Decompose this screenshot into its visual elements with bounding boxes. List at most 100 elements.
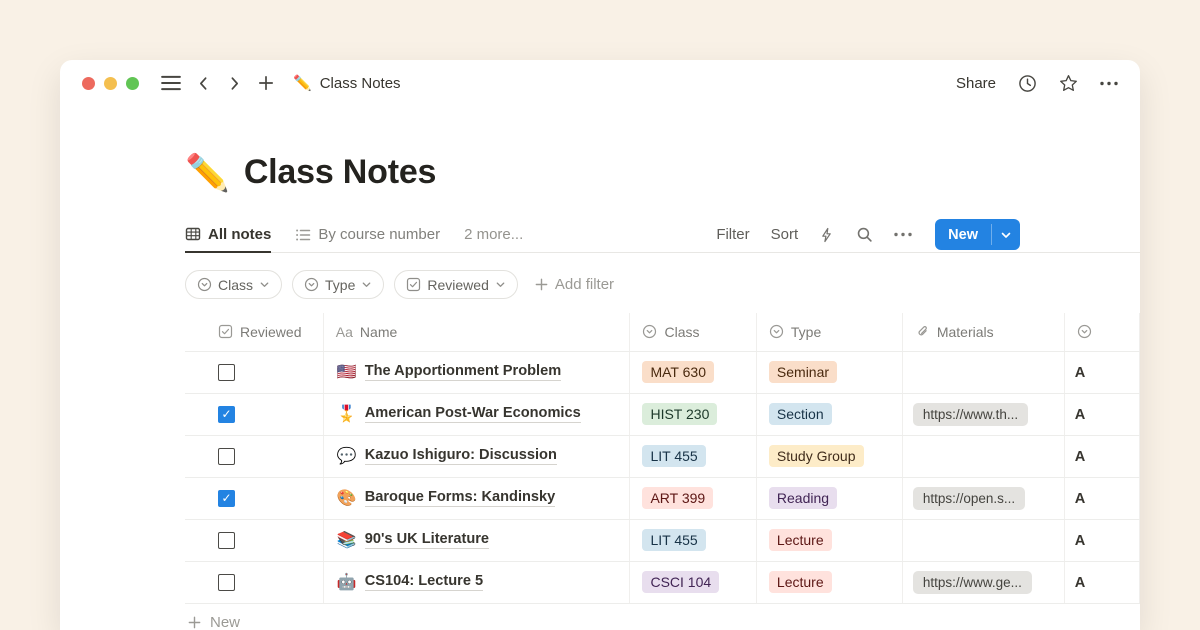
column-header-name[interactable]: Aa Name	[323, 313, 630, 351]
text-type-icon: Aa	[336, 324, 353, 340]
database-table: Reviewed Aa Name Class Type	[185, 313, 1140, 604]
forward-icon[interactable]	[226, 75, 243, 92]
column-header-overflow[interactable]	[1064, 313, 1139, 351]
table-row: 📚90's UK Literature LIT 455 Lecture A	[185, 519, 1140, 561]
view-options-icon[interactable]	[894, 232, 912, 237]
new-page-icon[interactable]	[257, 74, 275, 92]
search-icon[interactable]	[856, 226, 873, 243]
type-tag[interactable]: Seminar	[769, 361, 837, 383]
minimize-window-button[interactable]	[104, 77, 117, 90]
row-title-link[interactable]: 🇺🇸The Apportionment Problem	[324, 362, 630, 382]
table-row: 🎨Baroque Forms: Kandinsky ART 399 Readin…	[185, 477, 1140, 519]
add-filter-label: Add filter	[555, 276, 614, 293]
tab-all-notes[interactable]: All notes	[185, 218, 271, 253]
chip-label: Reviewed	[427, 277, 488, 293]
row-checkbox[interactable]	[218, 532, 235, 549]
row-checkbox[interactable]	[218, 574, 235, 591]
select-icon	[1077, 324, 1092, 339]
chip-label: Type	[325, 277, 355, 293]
filter-chip-reviewed[interactable]: Reviewed	[394, 270, 517, 299]
table-row: 🎖️American Post-War Economics HIST 230 S…	[185, 393, 1140, 435]
share-button[interactable]: Share	[956, 75, 996, 92]
new-button[interactable]: New	[935, 219, 1020, 250]
filter-chip-type[interactable]: Type	[292, 270, 384, 299]
add-filter-button[interactable]: Add filter	[534, 276, 614, 293]
app-window: ✏️ Class Notes Share ✏️ Class Notes	[60, 60, 1140, 630]
column-label: Name	[360, 324, 397, 340]
row-checkbox[interactable]	[218, 406, 235, 423]
speech-balloon-emoji-icon: 💬	[337, 446, 357, 466]
zap-icon[interactable]	[819, 227, 835, 243]
sidebar-menu-icon[interactable]	[161, 75, 181, 91]
filter-chip-class[interactable]: Class	[185, 270, 282, 299]
class-tag[interactable]: HIST 230	[642, 403, 717, 425]
type-tag[interactable]: Reading	[769, 487, 837, 509]
row-title-link[interactable]: 🤖CS104: Lecture 5	[324, 572, 630, 592]
filter-bar: Class Type Reviewed	[185, 270, 1140, 299]
class-tag[interactable]: CSCI 104	[642, 571, 719, 593]
column-header-reviewed[interactable]: Reviewed	[185, 313, 323, 351]
materials-link[interactable]: https://www.ge...	[913, 571, 1032, 594]
sort-button[interactable]: Sort	[771, 226, 799, 243]
breadcrumb[interactable]: ✏️ Class Notes	[293, 74, 401, 92]
row-checkbox[interactable]	[218, 490, 235, 507]
overflow-cell-text: A	[1065, 491, 1086, 507]
row-title-link[interactable]: 📚90's UK Literature	[324, 530, 630, 550]
column-header-class[interactable]: Class	[630, 313, 756, 351]
class-tag[interactable]: LIT 455	[642, 445, 705, 467]
row-checkbox[interactable]	[218, 448, 235, 465]
filter-button[interactable]: Filter	[716, 226, 749, 243]
table-row: 🤖CS104: Lecture 5 CSCI 104 Lecture https…	[185, 561, 1140, 603]
column-label: Type	[791, 324, 821, 340]
maximize-window-button[interactable]	[126, 77, 139, 90]
chip-label: Class	[218, 277, 253, 293]
breadcrumb-title: Class Notes	[320, 75, 401, 92]
overflow-cell-text: A	[1065, 575, 1086, 591]
plus-icon	[187, 615, 202, 630]
more-views-button[interactable]: 2 more...	[464, 226, 523, 243]
checkbox-icon	[406, 277, 421, 292]
row-checkbox[interactable]	[218, 364, 235, 381]
page-emoji-icon: ✏️	[293, 74, 312, 92]
page-title: ✏️ Class Notes	[185, 153, 1140, 192]
new-row-button[interactable]: New	[185, 604, 1140, 630]
row-title-link[interactable]: 💬Kazuo Ishiguro: Discussion	[324, 446, 630, 466]
tab-label: By course number	[318, 226, 440, 243]
class-tag[interactable]: ART 399	[642, 487, 713, 509]
row-title-link[interactable]: 🎖️American Post-War Economics	[324, 404, 630, 424]
us-flag-emoji-icon: 🇺🇸	[337, 362, 357, 382]
materials-link[interactable]: https://www.th...	[913, 403, 1028, 426]
row-title-link[interactable]: 🎨Baroque Forms: Kandinsky	[324, 488, 630, 508]
close-window-button[interactable]	[82, 77, 95, 90]
column-header-materials[interactable]: Materials	[902, 313, 1064, 351]
checkbox-icon	[218, 324, 233, 339]
star-icon[interactable]	[1059, 74, 1078, 93]
clock-icon[interactable]	[1018, 74, 1037, 93]
tab-label: All notes	[208, 226, 271, 243]
overflow-cell-text: A	[1065, 407, 1086, 423]
select-icon	[642, 324, 657, 339]
overflow-cell-text: A	[1065, 533, 1086, 549]
class-tag[interactable]: LIT 455	[642, 529, 705, 551]
class-tag[interactable]: MAT 630	[642, 361, 714, 383]
chevron-down-icon	[495, 279, 506, 290]
table-row: 💬Kazuo Ishiguro: Discussion LIT 455 Stud…	[185, 435, 1140, 477]
more-options-icon[interactable]	[1100, 81, 1118, 86]
window-controls	[82, 77, 139, 90]
column-header-type[interactable]: Type	[756, 313, 902, 351]
table-header-row: Reviewed Aa Name Class Type	[185, 313, 1140, 351]
type-tag[interactable]: Lecture	[769, 571, 832, 593]
tab-by-course-number[interactable]: By course number	[295, 217, 440, 252]
type-tag[interactable]: Section	[769, 403, 832, 425]
back-icon[interactable]	[195, 75, 212, 92]
new-button-label[interactable]: New	[935, 219, 991, 250]
pencil-emoji-icon: ✏️	[185, 155, 230, 191]
new-dropdown-chevron-icon[interactable]	[992, 219, 1020, 250]
type-tag[interactable]: Study Group	[769, 445, 864, 467]
overflow-cell-text: A	[1065, 365, 1086, 381]
type-tag[interactable]: Lecture	[769, 529, 832, 551]
column-label: Materials	[937, 324, 994, 340]
overflow-cell-text: A	[1065, 449, 1086, 465]
select-icon	[304, 277, 319, 292]
materials-link[interactable]: https://open.s...	[913, 487, 1025, 510]
